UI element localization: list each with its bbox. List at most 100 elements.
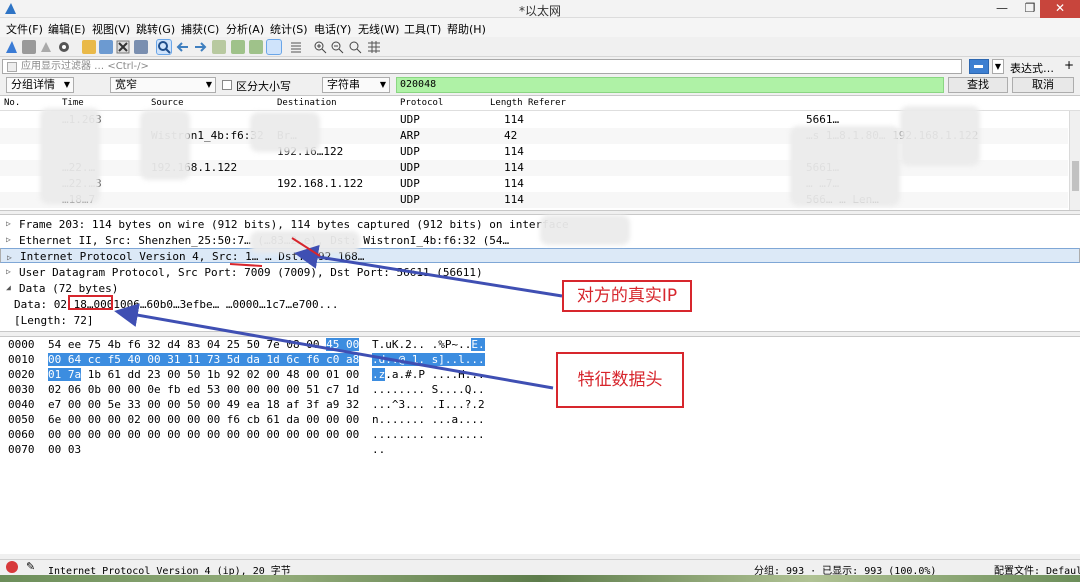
hex-bytes[interactable]: 02 06 0b 00 00 0e fb ed 53 00 00 00 00 5…: [48, 383, 359, 396]
scroll-thumb[interactable]: [1072, 161, 1079, 191]
hex-bytes[interactable]: 00 03: [48, 443, 81, 456]
case-sensitive-checkbox[interactable]: [222, 80, 232, 90]
column-length[interactable]: Length: [490, 98, 523, 108]
search-in-select[interactable]: 分组详情 ▼: [6, 77, 74, 93]
cancel-button[interactable]: 取消: [1012, 77, 1074, 93]
search-type-value: 字符串: [327, 78, 360, 91]
hex-ascii[interactable]: n....... ...a....: [372, 413, 485, 426]
restart-capture-icon[interactable]: [39, 40, 53, 54]
go-back-icon[interactable]: [176, 40, 190, 54]
ascii-run: ........ S....Q..: [372, 383, 485, 396]
filter-placeholder: 应用显示过滤器 … <Ctrl-/>: [21, 61, 149, 72]
hex-ascii[interactable]: ..: [372, 443, 385, 456]
detail-data[interactable]: ◢ Data (72 bytes): [0, 281, 1080, 296]
menu-go[interactable]: 跳转(G): [136, 21, 175, 37]
stop-capture-icon[interactable]: [22, 40, 36, 54]
add-filter-button[interactable]: +: [1064, 58, 1074, 72]
detail-data-length[interactable]: [Length: 72]: [0, 313, 1080, 328]
reload-icon[interactable]: [134, 40, 148, 54]
menu-file[interactable]: 文件(F): [6, 21, 43, 37]
detail-ipv4[interactable]: ▷ Internet Protocol Version 4, Src: 1… … …: [0, 248, 1080, 263]
column-no[interactable]: No.: [4, 98, 20, 108]
packet-list-scrollbar[interactable]: [1069, 111, 1080, 210]
close-button[interactable]: ✕: [1040, 0, 1080, 18]
hex-bytes[interactable]: e7 00 00 5e 33 00 00 50 00 49 ea 18 af 3…: [48, 398, 359, 411]
zoom-out-icon[interactable]: [330, 40, 344, 54]
redaction-blur: [40, 108, 100, 204]
bookmark-icon[interactable]: [7, 62, 17, 72]
expand-icon[interactable]: ▷: [6, 267, 11, 276]
last-packet-icon[interactable]: [249, 40, 263, 54]
apply-filter-icon[interactable]: [969, 59, 989, 74]
menu-analyze[interactable]: 分析(A): [226, 21, 264, 37]
detail-data-value[interactable]: Data: 02 18…0001006…60b0…3efbe… …0000…1c…: [0, 297, 1080, 312]
zoom-in-icon[interactable]: [313, 40, 327, 54]
autoscroll-icon[interactable]: [266, 39, 282, 55]
title-bar: *以太网 — ❐ ✕: [0, 0, 1080, 18]
capture-options-icon[interactable]: [57, 40, 71, 54]
display-filter-input[interactable]: 应用显示过滤器 … <Ctrl-/>: [2, 59, 962, 74]
packet-cell-protocol: UDP: [400, 113, 420, 126]
hex-bytes[interactable]: 00 00 00 00 00 00 00 00 00 00 00 00 00 0…: [48, 428, 359, 441]
detail-udp[interactable]: ▷ User Datagram Protocol, Src Port: 7009 …: [0, 265, 1080, 280]
hex-offset: 0010: [8, 353, 35, 366]
hex-ascii[interactable]: T.uK.2.. .%P~..E.: [372, 338, 485, 351]
hex-bytes[interactable]: 54 ee 75 4b f6 32 d4 83 04 25 50 7e 08 0…: [48, 338, 360, 351]
detail-text: User Datagram Protocol, Src Port: 7009 (…: [19, 266, 483, 279]
hex-bytes[interactable]: 01 7a 1b 61 dd 23 00 50 1b 92 02 00 48 0…: [48, 368, 359, 381]
resize-columns-icon[interactable]: [367, 40, 381, 54]
packet-cell-length: 114: [504, 145, 524, 158]
char-width-select[interactable]: 宽窄 ▼: [110, 77, 216, 93]
detail-text: Frame 203: 114 bytes on wire (912 bits),…: [19, 218, 569, 231]
redaction-blur: [900, 106, 980, 166]
go-to-packet-icon[interactable]: [212, 40, 226, 54]
minimize-button[interactable]: —: [988, 0, 1016, 18]
menu-wireless[interactable]: 无线(W): [358, 21, 399, 37]
edit-comment-icon[interactable]: ✎: [26, 560, 35, 573]
find-packet-icon[interactable]: [156, 39, 172, 55]
redaction-blur: [250, 231, 360, 253]
menu-bar: 文件(F) 编辑(E) 视图(V) 跳转(G) 捕获(C) 分析(A) 统计(S…: [0, 18, 1080, 37]
hex-ascii[interactable]: ........ ........: [372, 428, 485, 441]
first-packet-icon[interactable]: [231, 40, 245, 54]
menu-statistics[interactable]: 统计(S): [270, 21, 308, 37]
expression-button[interactable]: 表达式…: [1010, 60, 1054, 76]
menu-view[interactable]: 视图(V): [92, 21, 130, 37]
menu-tools[interactable]: 工具(T): [404, 21, 441, 37]
go-forward-icon[interactable]: [193, 40, 207, 54]
hex-byte-run: 1b 61 dd 23 00 50 1b 92 02 00 48 00 01 0…: [81, 368, 360, 381]
menu-help[interactable]: 帮助(H): [447, 21, 486, 37]
column-destination[interactable]: Destination: [277, 98, 337, 108]
open-file-icon[interactable]: [82, 40, 96, 54]
close-file-icon[interactable]: [116, 40, 130, 54]
hex-ascii[interactable]: ...^3... .I...?.2: [372, 398, 485, 411]
hex-bytes[interactable]: 00 64 cc f5 40 00 31 11 73 5d da 1d 6c f…: [48, 353, 360, 366]
start-capture-icon[interactable]: [5, 40, 19, 54]
menu-edit[interactable]: 编辑(E): [48, 21, 86, 37]
save-file-icon[interactable]: [99, 40, 113, 54]
expand-icon[interactable]: ▷: [7, 251, 12, 265]
expand-icon[interactable]: ▷: [6, 219, 11, 228]
packet-row[interactable]: UDP 114: [0, 208, 1068, 210]
column-protocol[interactable]: Protocol: [400, 98, 443, 108]
column-source[interactable]: Source: [151, 98, 184, 108]
menu-telephony[interactable]: 电话(Y): [314, 21, 351, 37]
column-time[interactable]: Time: [62, 98, 84, 108]
hex-ascii[interactable]: .d..@.1. s]..l...: [372, 353, 485, 366]
colorize-icon[interactable]: [289, 40, 303, 54]
hex-ascii[interactable]: ........ S....Q..: [372, 383, 485, 396]
char-width-value: 宽窄: [115, 78, 137, 91]
search-type-select[interactable]: 字符串 ▼: [322, 77, 390, 93]
normal-size-icon[interactable]: [348, 40, 362, 54]
expert-info-icon[interactable]: [6, 561, 18, 573]
search-value-input[interactable]: 020048: [396, 77, 944, 93]
expand-icon[interactable]: ▷: [6, 235, 11, 244]
packet-row[interactable]: …18…7UDP114566… … Len…: [0, 192, 1068, 208]
find-button[interactable]: 查找: [948, 77, 1008, 93]
column-referer[interactable]: Referer: [528, 98, 566, 108]
collapse-icon[interactable]: ◢: [6, 283, 11, 292]
filter-history-dropdown[interactable]: ▼: [992, 59, 1004, 74]
hex-ascii[interactable]: .z.a.#.P ....H...: [372, 368, 485, 381]
hex-bytes[interactable]: 6e 00 00 00 02 00 00 00 00 f6 cb 61 da 0…: [48, 413, 359, 426]
menu-capture[interactable]: 捕获(C): [181, 21, 219, 37]
